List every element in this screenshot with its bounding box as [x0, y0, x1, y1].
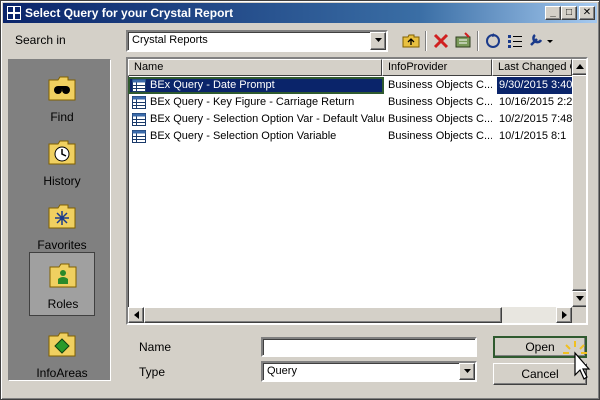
row-name: BEx Query - Selection Option Var - Defau… [150, 113, 384, 125]
row-provider: Business Objects C... [388, 113, 492, 125]
column-header-name[interactable]: Name [128, 59, 382, 76]
vertical-scrollbar[interactable] [572, 59, 586, 307]
chevron-left-icon [134, 311, 139, 319]
scroll-right-button[interactable] [556, 307, 572, 323]
minimize-button[interactable]: _ [545, 6, 561, 20]
place-infoareas[interactable]: InfoAreas [29, 322, 95, 384]
type-label: Type [139, 365, 166, 379]
place-find[interactable]: Find [29, 66, 95, 128]
scroll-up-button[interactable] [572, 59, 586, 75]
chevron-up-icon [576, 64, 584, 69]
selection-highlight [128, 77, 384, 94]
place-history[interactable]: History [29, 130, 95, 192]
row-provider: Business Objects C... [388, 79, 492, 91]
app-grid-icon [7, 6, 21, 20]
search-in-dropdown-arrow[interactable] [370, 32, 386, 50]
row-provider: Business Objects C... [388, 130, 492, 142]
places-bar: Find History Favorites Roles InfoAreas [8, 59, 111, 381]
delete-icon[interactable] [431, 31, 451, 51]
scroll-left-button[interactable] [128, 307, 144, 323]
close-button[interactable]: ✕ [579, 6, 595, 20]
tools-menu-icon[interactable] [527, 31, 557, 51]
search-in-value: Crystal Reports [132, 34, 208, 46]
scrollbar-corner [572, 307, 586, 323]
toolbar-separator [425, 31, 427, 51]
dialog-window: Select Query for your Crystal Report _ □… [0, 0, 600, 400]
query-table-icon [132, 113, 146, 126]
row-changed: 10/16/2015 2:2 [499, 96, 572, 108]
search-in-label: Search in [15, 33, 66, 47]
type-value: Query [267, 365, 297, 377]
place-label: Roles [47, 297, 79, 311]
refresh-icon[interactable] [483, 31, 503, 51]
horizontal-scrollbar[interactable] [128, 307, 572, 323]
row-changed: 10/2/2015 7:48 [499, 113, 572, 125]
name-input[interactable] [261, 337, 477, 357]
place-label: InfoAreas [36, 366, 88, 380]
chevron-down-icon [464, 369, 471, 373]
table-row[interactable]: BEx Query - Selection Option Variable Bu… [128, 128, 572, 145]
chevron-right-icon [562, 311, 567, 319]
query-table-icon [132, 96, 146, 109]
place-label: Favorites [37, 238, 87, 252]
horizontal-scroll-thumb[interactable] [144, 307, 502, 323]
infoareas-diamond-icon [48, 332, 76, 357]
type-dropdown-arrow[interactable] [459, 363, 475, 380]
query-table-icon [132, 130, 146, 143]
row-name: BEx Query - Selection Option Variable [150, 130, 337, 142]
query-file-list[interactable]: Name InfoProvider Last Changed O BEx Que… [126, 57, 588, 325]
toolbar-separator [477, 31, 479, 51]
up-folder-icon[interactable] [401, 31, 421, 51]
chevron-down-icon [375, 38, 382, 42]
window-title: Select Query for your Crystal Report [25, 6, 234, 20]
row-changed: 9/30/2015 3:40 [497, 77, 572, 94]
title-bar[interactable]: Select Query for your Crystal Report _ □… [3, 3, 597, 23]
type-dropdown[interactable]: Query [261, 361, 477, 382]
mouse-cursor-icon [563, 341, 591, 380]
row-changed: 10/1/2015 8:1 [499, 130, 567, 142]
place-roles[interactable]: Roles [29, 252, 95, 316]
history-clock-icon [48, 140, 76, 165]
column-header-last-changed[interactable]: Last Changed O [492, 59, 572, 76]
favorites-star-icon [48, 204, 76, 229]
search-in-dropdown[interactable]: Crystal Reports [126, 30, 388, 52]
row-provider: Business Objects C... [388, 96, 492, 108]
chevron-down-icon [576, 296, 584, 301]
table-row[interactable]: BEx Query - Key Figure - Carriage Return… [128, 94, 572, 111]
table-row[interactable]: BEx Query - Selection Option Var - Defau… [128, 111, 572, 128]
place-label: History [43, 174, 81, 188]
place-label: Find [50, 110, 74, 124]
new-folder-icon[interactable] [453, 31, 473, 51]
place-favorites[interactable]: Favorites [29, 194, 95, 256]
row-name: BEx Query - Key Figure - Carriage Return [150, 96, 355, 108]
find-binoculars-icon [48, 76, 76, 101]
name-label: Name [139, 340, 172, 354]
column-header-infoprovider[interactable]: InfoProvider [382, 59, 492, 76]
scroll-down-button[interactable] [572, 291, 586, 307]
vertical-scroll-thumb[interactable] [572, 75, 586, 291]
details-view-icon[interactable] [505, 31, 525, 51]
maximize-button[interactable]: □ [561, 6, 577, 20]
roles-person-icon [49, 263, 77, 288]
table-row[interactable]: BEx Query - Date Prompt Business Objects… [128, 77, 572, 94]
